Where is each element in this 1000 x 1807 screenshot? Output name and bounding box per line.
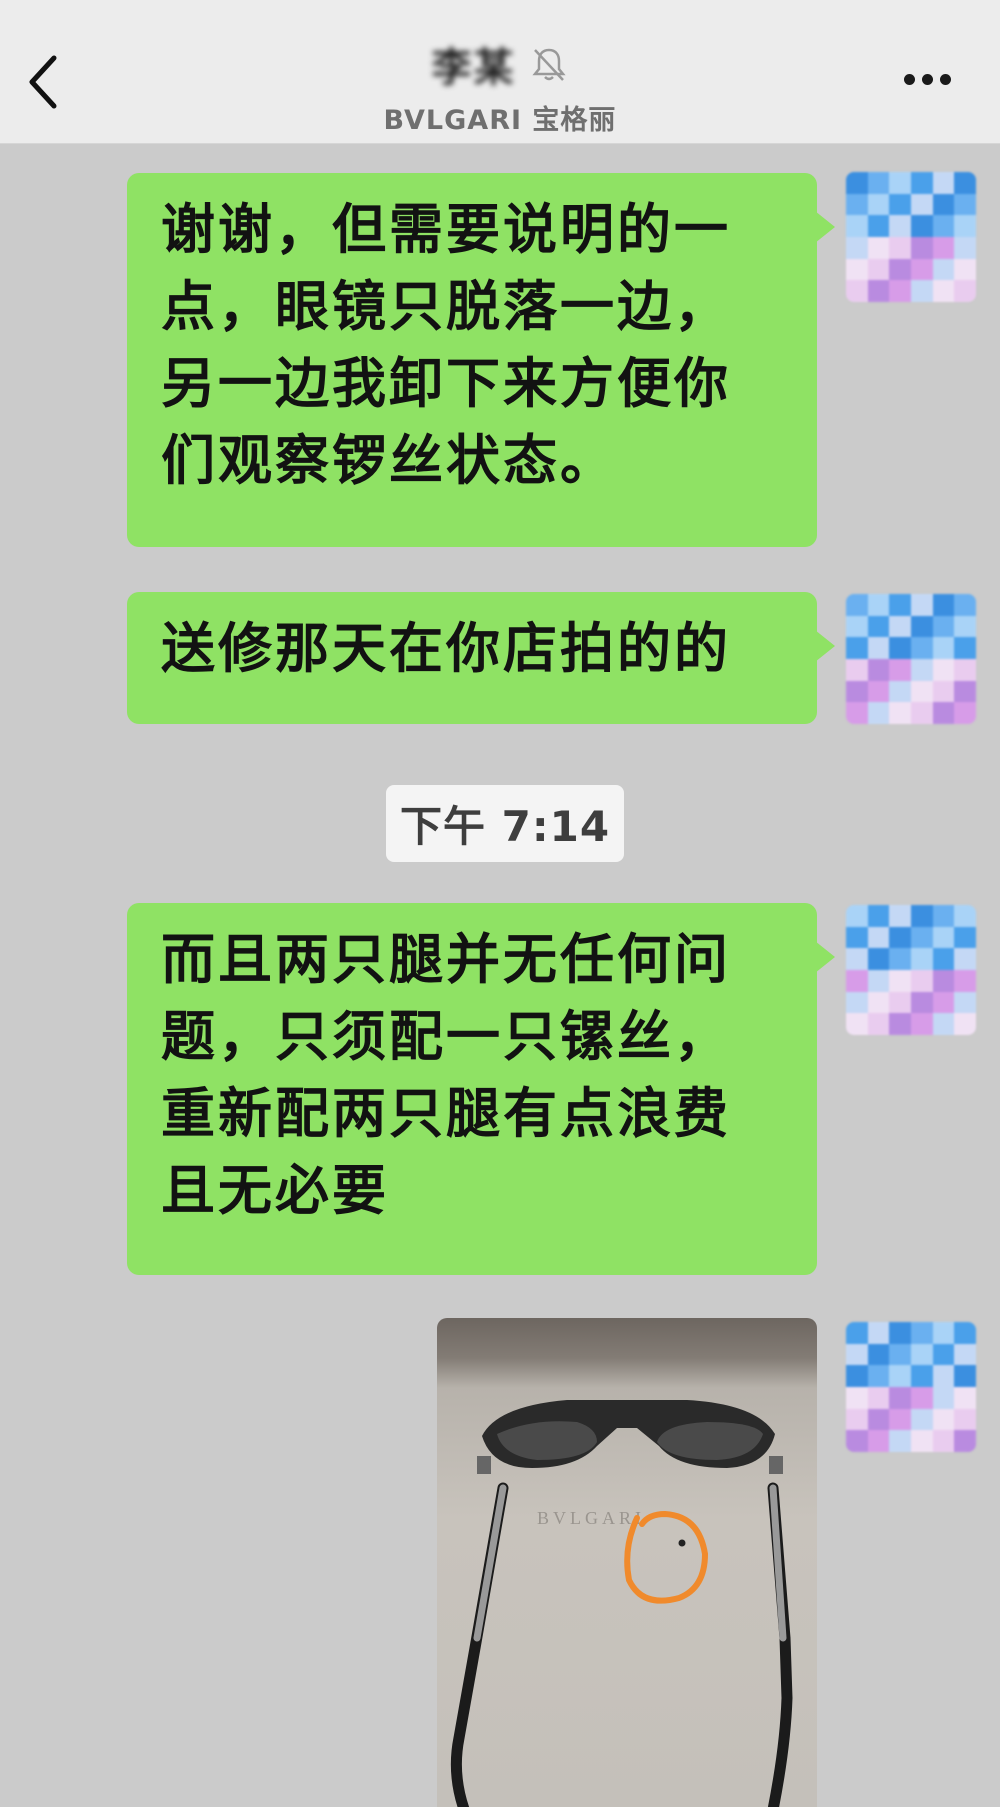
message-bubble[interactable]: 谢谢，但需要说明的一点，眼镜只脱落一边，另一边我卸下来方便你们观察锣丝状态。 — [127, 173, 835, 547]
more-button[interactable] — [904, 70, 964, 100]
contact-name: 李某 — [431, 45, 516, 91]
avatar[interactable] — [846, 905, 976, 1035]
image-message[interactable]: BVLGARI — [437, 1318, 817, 1807]
glasses-photo: BVLGARI — [450, 1400, 793, 1807]
bell-off-icon — [531, 48, 566, 81]
avatar[interactable] — [846, 172, 976, 302]
brand-print: BVLGARI — [537, 1508, 645, 1528]
title-area: 李某 — [0, 35, 1000, 93]
chat-screen: 李某 BVLGARI 宝格丽 谢谢，但需要说明的一点，眼镜只脱落一边，另一边我卸… — [0, 0, 1000, 1807]
chat-header: 李某 BVLGARI 宝格丽 — [0, 0, 1000, 144]
account-subtitle: BVLGARI 宝格丽 — [383, 105, 617, 136]
timestamp: 下午 7:14 — [386, 785, 625, 862]
message-bubble[interactable]: 送修那天在你店拍的的 — [127, 592, 835, 724]
avatar[interactable] — [846, 1322, 976, 1452]
avatar[interactable] — [846, 594, 976, 724]
more-dots-icon — [904, 74, 915, 85]
message-bubble[interactable]: 而且两只腿并无任何问题，只须配一只镙丝，重新配两只腿有点浪费且无必要 — [127, 903, 835, 1275]
